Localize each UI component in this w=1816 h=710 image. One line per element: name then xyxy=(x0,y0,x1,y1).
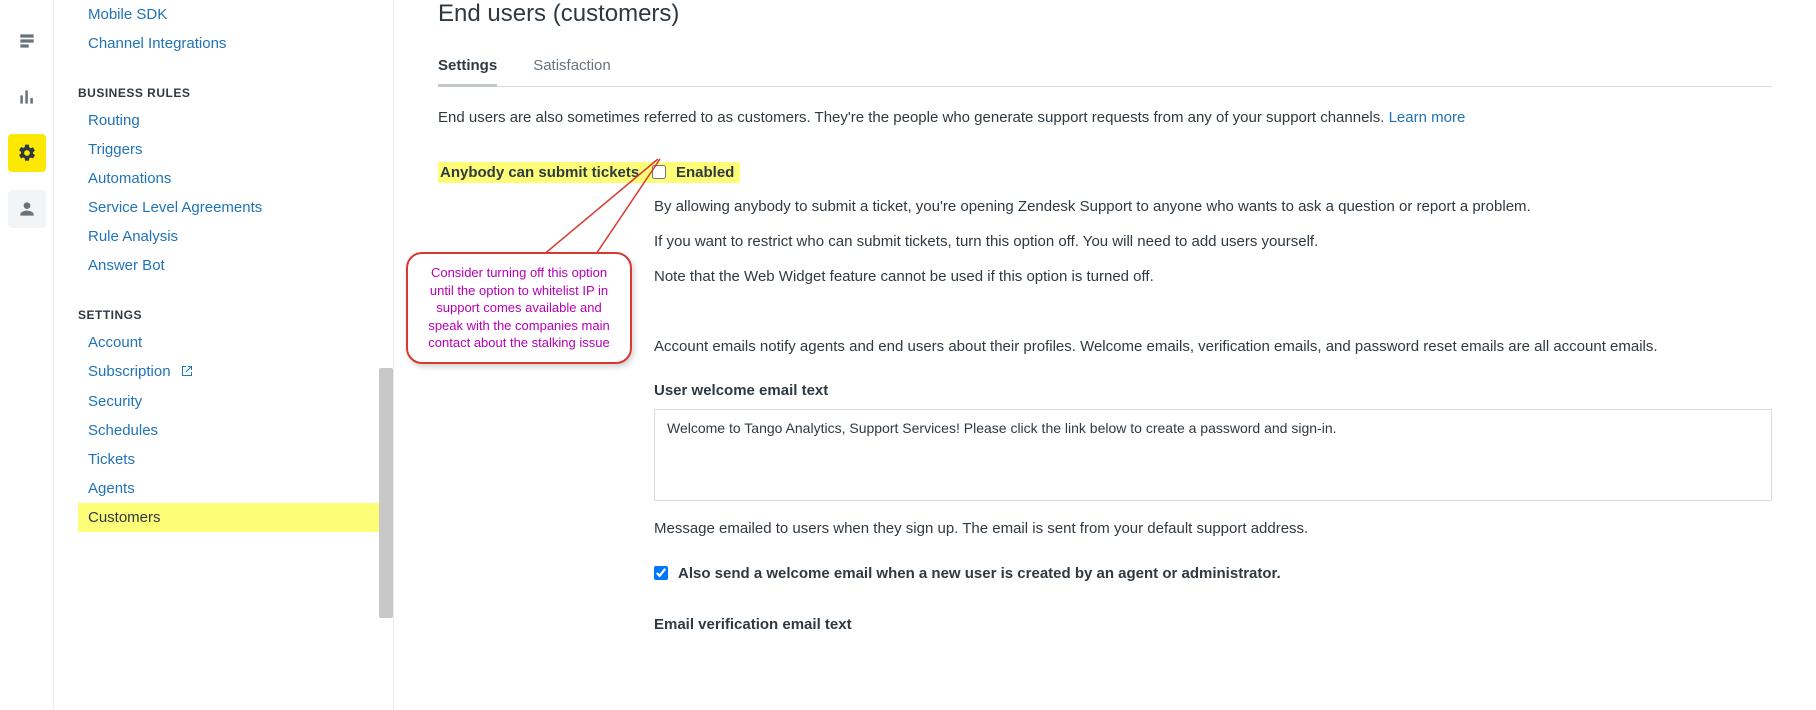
help-allowing: By allowing anybody to submit a ticket, … xyxy=(654,195,1772,218)
page-title: End users (customers) xyxy=(438,0,1772,29)
nav-schedules[interactable]: Schedules xyxy=(78,416,383,445)
also-send-row[interactable]: Also send a welcome email when a new use… xyxy=(654,565,1772,582)
intro-body: End users are also sometimes referred to… xyxy=(438,109,1389,126)
enabled-label: Enabled xyxy=(676,164,734,181)
icon-rail xyxy=(0,0,54,710)
account-emails-desc: Account emails notify agents and end use… xyxy=(654,335,1772,358)
admin-sidebar: Mobile SDK Channel Integrations BUSINESS… xyxy=(54,0,394,710)
nav-agents[interactable]: Agents xyxy=(78,474,383,503)
section-settings: SETTINGS xyxy=(78,280,383,328)
nav-answer-bot[interactable]: Answer Bot xyxy=(78,251,383,280)
callout-line1: Consider turning off this option until t… xyxy=(418,264,620,317)
tab-settings[interactable]: Settings xyxy=(438,57,497,87)
intro-text: End users are also sometimes referred to… xyxy=(438,109,1772,126)
row-anybody-submit: Anybody can submit tickets Enabled By al… xyxy=(438,162,1772,289)
reporting-icon[interactable] xyxy=(8,78,46,116)
nav-mobile-sdk[interactable]: Mobile SDK xyxy=(78,0,383,29)
nav-subscription-label: Subscription xyxy=(88,363,171,380)
views-icon[interactable] xyxy=(8,22,46,60)
nav-subscription[interactable]: Subscription xyxy=(78,357,383,387)
nav-sla[interactable]: Service Level Agreements xyxy=(78,193,383,222)
nav-security[interactable]: Security xyxy=(78,387,383,416)
nav-customers[interactable]: Customers xyxy=(78,503,383,532)
enabled-checkbox-row[interactable]: Enabled xyxy=(652,162,740,183)
nav-rule-analysis[interactable]: Rule Analysis xyxy=(78,222,383,251)
row-anybody-label: Anybody can submit tickets xyxy=(438,162,654,183)
annotation-callout: Consider turning off this option until t… xyxy=(406,252,632,364)
welcome-heading: User welcome email text xyxy=(654,382,1772,399)
nav-account[interactable]: Account xyxy=(78,328,383,357)
tab-satisfaction[interactable]: Satisfaction xyxy=(533,57,611,86)
enabled-checkbox[interactable] xyxy=(652,165,666,179)
external-link-icon xyxy=(181,364,193,381)
nav-routing[interactable]: Routing xyxy=(78,106,383,135)
section-business-rules: BUSINESS RULES xyxy=(78,58,383,106)
verification-heading: Email verification email text xyxy=(654,616,1772,633)
nav-triggers[interactable]: Triggers xyxy=(78,135,383,164)
help-webwidget: Note that the Web Widget feature cannot … xyxy=(654,265,1772,288)
callout-line2: speak with the companies main contact ab… xyxy=(418,317,620,352)
welcome-caption: Message emailed to users when they sign … xyxy=(654,520,1772,537)
user-icon[interactable] xyxy=(8,190,46,228)
nav-automations[interactable]: Automations xyxy=(78,164,383,193)
nav-channel-integrations[interactable]: Channel Integrations xyxy=(78,29,383,58)
also-send-label: Also send a welcome email when a new use… xyxy=(678,565,1281,582)
nav-tickets[interactable]: Tickets xyxy=(78,445,383,474)
help-restrict: If you want to restrict who can submit t… xyxy=(654,230,1772,253)
tabs: Settings Satisfaction xyxy=(438,57,1772,87)
sidebar-scrollbar[interactable] xyxy=(379,368,393,618)
also-send-checkbox[interactable] xyxy=(654,566,668,580)
row-account-emails: Account emails notify agents and end use… xyxy=(438,335,1772,633)
learn-more-link[interactable]: Learn more xyxy=(1389,109,1466,126)
admin-gear-icon[interactable] xyxy=(8,134,46,172)
welcome-textarea[interactable] xyxy=(654,409,1772,501)
